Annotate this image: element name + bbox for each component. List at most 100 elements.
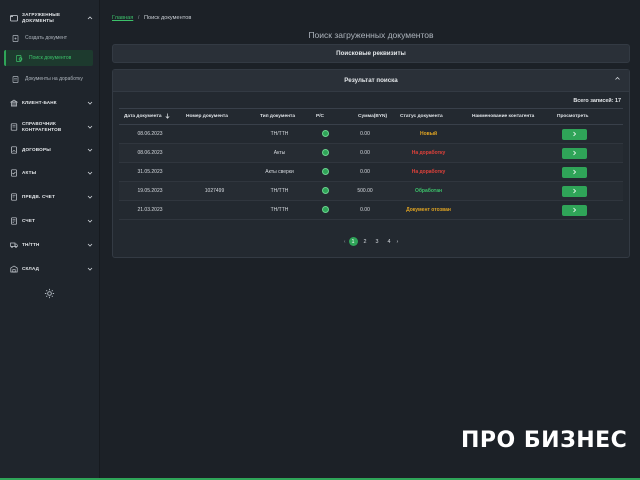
sort-arrow-down-icon[interactable] <box>165 113 170 121</box>
account-status-dot-icon <box>322 167 329 175</box>
column-date[interactable]: Дата документа <box>119 113 181 121</box>
total-records: Всего записей: 17 <box>573 98 621 104</box>
cell-view <box>552 166 597 178</box>
results-table: Дата документа Номер документа Тип докум… <box>119 108 623 292</box>
pager-page-3[interactable]: 3 <box>373 237 382 246</box>
view-button[interactable] <box>562 204 587 216</box>
cell-type: ТН/ТТН <box>270 188 289 194</box>
folder-icon <box>10 14 18 22</box>
breadcrumb-home-link[interactable]: Главная <box>112 15 133 21</box>
search-criteria-panel[interactable]: Поисковые реквизиты <box>112 44 630 63</box>
warehouse-icon <box>10 265 18 273</box>
sidebar-group-warehouse[interactable]: СКЛАД <box>0 265 99 273</box>
sidebar-item-label: Документы на доработку <box>25 76 83 82</box>
sidebar-group-contracts[interactable]: ДОГОВОРЫ <box>0 146 99 154</box>
view-button[interactable] <box>562 166 587 178</box>
sidebar-group-label: ТН/ТТН <box>22 242 40 248</box>
cell-status: На доработку <box>411 150 446 156</box>
cell-date: 08.06.2023 <box>137 131 163 137</box>
pager-prev[interactable]: ‹ <box>344 239 346 245</box>
chevron-down-icon <box>87 100 93 106</box>
cell-status: Документ отозван <box>406 207 451 213</box>
cell-date: 08.06.2023 <box>137 150 163 156</box>
sidebar-group-label: СПРАВОЧНИК КОНТРАГЕНТОВ <box>22 121 62 132</box>
sidebar-item-create-doc[interactable]: Создать документ <box>0 30 99 46</box>
account-status-dot-icon <box>322 205 329 213</box>
view-button[interactable] <box>562 128 587 140</box>
pager-page-2[interactable]: 2 <box>361 237 370 246</box>
doc-rework-icon <box>12 75 19 83</box>
column-number: Номер документа <box>186 114 228 119</box>
column-amount: Сумма(BYN) <box>358 114 388 119</box>
pagination: ‹ 1 2 3 4 › <box>113 237 629 246</box>
sidebar-item-search-docs[interactable]: Поиск документов <box>4 50 93 66</box>
sidebar: ЗАГРУЖЕННЫЕ ДОКУМЕНТЫ Создать документ П… <box>0 0 100 480</box>
sidebar-group-label: КЛИЕНТ-БАНК <box>22 100 57 106</box>
column-view: Просмотреть <box>557 114 589 119</box>
pager-page-4[interactable]: 4 <box>385 237 394 246</box>
cell-type: Акты <box>273 150 286 156</box>
sidebar-group-uploaded-docs[interactable]: ЗАГРУЖЕННЫЕ ДОКУМЕНТЫ <box>0 12 99 23</box>
column-type: Тип документа <box>260 114 296 119</box>
cell-account <box>311 129 340 139</box>
view-button[interactable] <box>562 185 587 197</box>
act-icon <box>10 169 18 177</box>
cell-date: 31.05.2023 <box>137 169 163 175</box>
cell-status: Обработан <box>414 188 443 194</box>
chevron-down-icon <box>87 124 93 130</box>
cell-status: Новый <box>419 131 438 137</box>
breadcrumb: Главная / Поиск документов <box>112 15 191 21</box>
sidebar-group-counterparties[interactable]: СПРАВОЧНИК КОНТРАГЕНТОВ <box>0 121 99 132</box>
pager-next[interactable]: › <box>397 239 399 245</box>
chevron-right-icon <box>573 169 577 175</box>
sidebar-group-proforma[interactable]: ПРЕДВ. СЧЕТ <box>0 193 99 201</box>
sidebar-group-acts[interactable]: АКТЫ <box>0 169 99 177</box>
chevron-up-icon[interactable] <box>614 75 621 82</box>
cell-account <box>311 205 340 215</box>
table-header: Дата документа Номер документа Тип докум… <box>119 108 623 125</box>
cell-type: ТН/ТТН <box>270 131 289 137</box>
sidebar-item-label: Поиск документов <box>29 55 72 61</box>
sidebar-group-client-bank[interactable]: КЛИЕНТ-БАНК <box>0 99 99 107</box>
sidebar-group-tn-ttn[interactable]: ТН/ТТН <box>0 241 99 249</box>
table-row: 31.05.2023 Акты сверки 0.00 На доработку <box>119 163 623 182</box>
create-doc-icon <box>12 34 19 42</box>
results-title: Результат поиска <box>344 77 398 84</box>
sidebar-group-bill[interactable]: СЧЕТ <box>0 217 99 225</box>
cell-view <box>552 128 597 140</box>
chevron-right-icon <box>573 131 577 137</box>
bill-icon <box>10 217 18 225</box>
results-header[interactable]: Результат поиска <box>113 70 629 92</box>
search-criteria-header[interactable]: Поисковые реквизиты <box>113 45 629 62</box>
sidebar-item-docs-rework[interactable]: Документы на доработку <box>0 71 99 87</box>
cell-type: ТН/ТТН <box>270 207 289 213</box>
chevron-up-icon <box>87 15 93 21</box>
cell-date: 19.05.2023 <box>137 188 163 194</box>
cell-amount: 0.00 <box>360 169 370 175</box>
brand-logo: ПРО БИЗНЕС <box>461 428 628 453</box>
view-button[interactable] <box>562 147 587 159</box>
contract-icon <box>10 146 18 154</box>
pager-page-1[interactable]: 1 <box>348 237 358 246</box>
chevron-down-icon <box>87 218 93 224</box>
chevron-right-icon <box>573 207 577 213</box>
sidebar-group-label: ДОГОВОРЫ <box>22 147 51 153</box>
cell-type: Акты сверки <box>265 169 294 175</box>
account-status-dot-icon <box>322 129 329 137</box>
chevron-down-icon <box>87 147 93 153</box>
chevron-down-icon <box>87 194 93 200</box>
sidebar-group-label: ЗАГРУЖЕННЫЕ ДОКУМЕНТЫ <box>22 12 61 23</box>
cell-number: 1027499 <box>204 188 225 194</box>
bank-icon <box>10 99 18 107</box>
cell-account <box>311 148 340 158</box>
chevron-down-icon <box>87 242 93 248</box>
cell-status: На доработку <box>411 169 446 175</box>
chevron-down-icon <box>87 266 93 272</box>
cell-account <box>311 186 340 196</box>
truck-icon <box>10 241 18 249</box>
breadcrumb-separator: / <box>137 15 140 21</box>
chevron-right-icon <box>573 188 577 194</box>
gear-icon[interactable] <box>44 286 55 299</box>
cell-amount: 0.00 <box>360 150 370 156</box>
table-row: 19.05.2023 1027499 ТН/ТТН 500.00 Обработ… <box>119 182 623 201</box>
